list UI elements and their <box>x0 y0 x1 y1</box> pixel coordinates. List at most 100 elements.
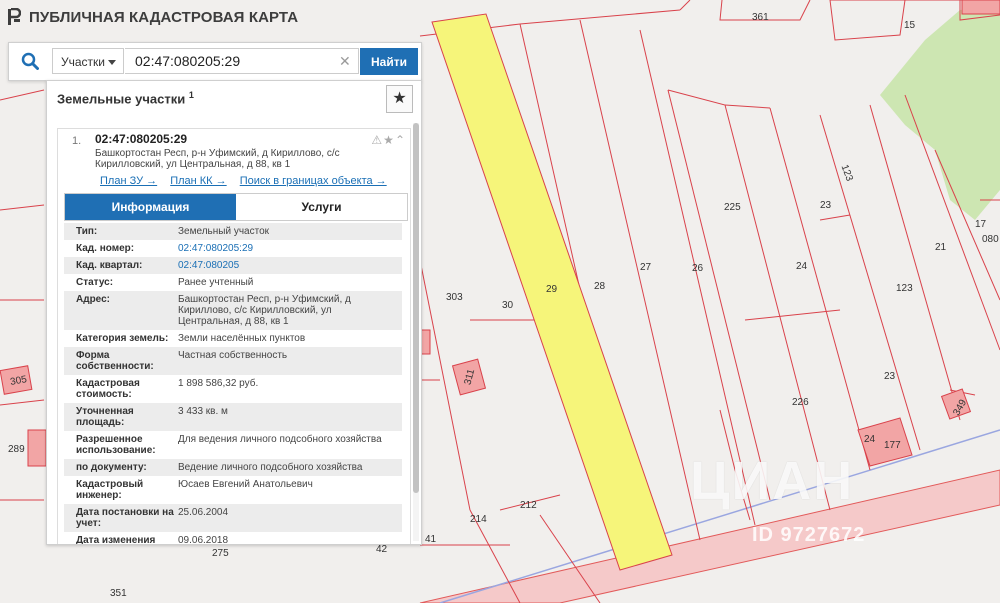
property-value: Для ведения личного подсобного хозяйства <box>178 434 382 445</box>
property-row: Кадастровый инженер: Юсаев Евгений Анатол… <box>64 476 402 504</box>
map-label: 30 <box>502 300 514 311</box>
result-actions: ⚠★⌃ <box>371 133 406 147</box>
link-search-bounds[interactable]: Поиск в границах объекта → <box>240 175 387 187</box>
property-value: Земли населённых пунктов <box>178 333 306 344</box>
property-value: 1 898 586,32 руб. <box>178 378 259 389</box>
map-label: 080 <box>982 234 999 245</box>
property-label: Статус: <box>76 277 114 288</box>
map-label: 351 <box>110 588 127 599</box>
search-type-select[interactable]: Участки <box>52 48 124 74</box>
map-label: 225 <box>724 202 741 213</box>
property-row: Статус: Ранее учтенный <box>64 274 402 291</box>
property-row: Тип: Земельный участок <box>64 223 402 240</box>
results-panel: Земельные участки 1 ★ 1. 02:47:080205:29… <box>46 80 422 545</box>
map-label: 28 <box>594 281 606 292</box>
result-number: 1. <box>72 135 82 147</box>
property-value: Ранее учтенный <box>178 277 254 288</box>
map-label: 123 <box>896 283 913 294</box>
property-value: 09.06.2018 <box>178 535 229 545</box>
property-label: Тип: <box>76 226 98 237</box>
star-icon[interactable]: ★ <box>383 133 395 147</box>
property-label: по документу: <box>76 462 147 473</box>
map-label: 212 <box>520 500 537 511</box>
property-value: Юсаев Евгений Анатольевич <box>178 479 313 490</box>
warning-icon[interactable]: ⚠ <box>371 133 383 147</box>
search-bar: Участки ✕ Найти <box>8 42 422 81</box>
map-label: 26 <box>692 263 704 274</box>
tab-info[interactable]: Информация <box>65 194 236 220</box>
result-address: Башкортостан Респ, р-н Уфимский, д Кирил… <box>95 148 340 170</box>
panel-title-text: Земельные участки <box>57 91 186 107</box>
property-row: Адрес: Башкортостан Респ, р-н Уфимский, д… <box>64 291 402 330</box>
map-label: 21 <box>935 242 947 253</box>
property-value: Частная собственность <box>178 350 288 361</box>
map-label: 289 <box>8 444 25 455</box>
property-value[interactable]: 02:47:080205 <box>176 260 398 271</box>
property-row: по документу: Ведение личного подсобного … <box>64 459 402 476</box>
app-title: ПУБЛИЧНАЯ КАДАСТРОВАЯ КАРТА <box>29 8 299 26</box>
star-icon: ★ <box>392 90 407 107</box>
find-button[interactable]: Найти <box>360 48 418 75</box>
search-input[interactable] <box>125 48 359 74</box>
property-label: Кад. квартал: <box>76 260 143 271</box>
result-card: 1. 02:47:080205:29 Башкортостан Респ, р-… <box>57 128 411 545</box>
property-row: Разрешенное использование: Для ведения ли… <box>64 431 402 459</box>
map-label: 361 <box>752 12 769 23</box>
property-value: 3 433 кв. м <box>178 406 228 417</box>
property-value: Ведение личного подсобного хозяйства <box>178 462 363 473</box>
map-label: 15 <box>904 20 916 31</box>
close-icon[interactable]: ✕ <box>339 53 351 69</box>
property-row: Форма собственности: Частная собственност… <box>64 347 402 375</box>
property-value[interactable]: 02:47:080205:29 <box>176 243 398 254</box>
property-label: Категория земель: <box>76 333 169 344</box>
app-header: ПУБЛИЧНАЯ КАДАСТРОВАЯ КАРТА <box>0 0 420 34</box>
property-row: Категория земель: Земли населённых пункто… <box>64 330 402 347</box>
map-label: 17 <box>975 219 987 230</box>
watermark-logo: ЦИАН <box>690 451 855 511</box>
link-plan-kk[interactable]: План КК → <box>170 175 226 187</box>
property-label: Дата постановки на учет: <box>76 507 174 529</box>
map-label: 41 <box>425 534 437 545</box>
property-value: Земельный участок <box>178 226 270 237</box>
search-icon[interactable] <box>21 52 39 70</box>
property-label: Кадастровый инженер: <box>76 479 144 501</box>
property-label: Форма собственности: <box>76 350 154 372</box>
map-label: 23 <box>884 371 896 382</box>
chevron-down-icon <box>108 60 116 65</box>
map-label: 23 <box>820 200 832 211</box>
property-value: 25.06.2004 <box>178 507 229 518</box>
property-label: Дата изменения <box>76 535 156 545</box>
search-type-label: Участки <box>61 55 105 69</box>
property-label: Кадастровая стоимость: <box>76 378 140 400</box>
map-label: 226 <box>792 397 809 408</box>
map-label: 303 <box>446 292 463 303</box>
result-count: 1 <box>188 90 194 100</box>
property-value: Башкортостан Респ, р-н Уфимский, д Кирил… <box>178 294 351 327</box>
property-label: Уточненная площадь: <box>76 406 134 428</box>
property-row: Уточненная площадь: 3 433 кв. м <box>64 403 402 431</box>
panel-title: Земельные участки 1 <box>57 90 194 106</box>
link-plan-zu[interactable]: План ЗУ → <box>100 175 157 187</box>
property-row: Дата изменения 09.06.2018 <box>64 532 402 545</box>
property-label: Разрешенное использование: <box>76 434 156 456</box>
watermark-id: ID 9727672 <box>752 524 866 546</box>
property-label: Адрес: <box>76 294 110 305</box>
map-label: 42 <box>376 544 388 555</box>
property-row: Кад. квартал: 02:47:080205 <box>64 257 402 274</box>
map-label: 27 <box>640 262 652 273</box>
chevron-up-icon[interactable]: ⌃ <box>395 133 406 147</box>
map-label: 214 <box>470 514 487 525</box>
favorites-button[interactable]: ★ <box>386 85 413 113</box>
result-links: План ЗУ → План КК → Поиск в границах объ… <box>100 175 397 187</box>
result-cad-number: 02:47:080205:29 <box>95 132 188 146</box>
map-label: 275 <box>212 548 229 559</box>
property-label: Кад. номер: <box>76 243 135 254</box>
scrollbar-thumb[interactable] <box>413 123 419 493</box>
app-logo-icon <box>8 8 21 25</box>
tab-services[interactable]: Услуги <box>236 194 407 220</box>
property-row: Кадастровая стоимость: 1 898 586,32 руб. <box>64 375 402 403</box>
map-label: 24 <box>796 261 808 272</box>
panel-scrollbar[interactable] <box>413 123 419 541</box>
property-row: Кад. номер: 02:47:080205:29 <box>64 240 402 257</box>
property-row: Дата постановки на учет: 25.06.2004 <box>64 504 402 532</box>
